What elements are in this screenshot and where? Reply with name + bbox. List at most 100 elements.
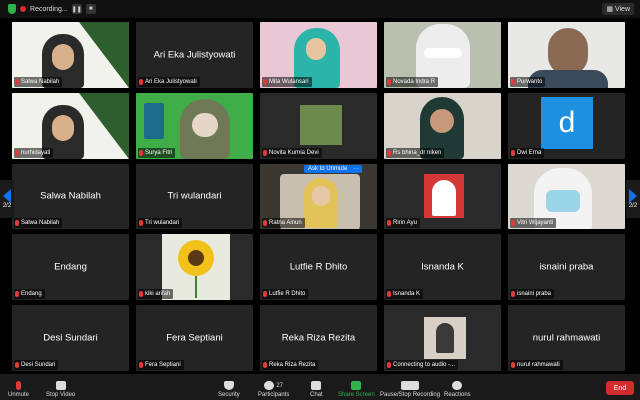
stop-video-label: Stop Video (46, 392, 76, 398)
participant-name-label: Desi Sundari (14, 359, 59, 370)
participant-name-label: Reka Riza Rezita (262, 359, 319, 370)
participant-name: Dwi Erna (517, 149, 542, 156)
microphone-muted-icon (263, 149, 267, 156)
participant-tile[interactable]: Connecting to audio -... (384, 305, 501, 371)
microphone-muted-icon (15, 149, 19, 156)
stop-recording-button[interactable]: ■ (85, 4, 96, 14)
participant-tile[interactable]: Novada Indra R (384, 22, 501, 88)
microphone-muted-icon (263, 361, 267, 368)
grid-icon: ▦ (606, 6, 613, 13)
participant-name-label: Dwi Erna (510, 147, 545, 158)
participant-tile[interactable]: Reka Riza Rezita Reka Riza Rezita (260, 305, 377, 371)
microphone-muted-icon (511, 149, 515, 156)
microphone-muted-icon (511, 291, 515, 298)
microphone-muted-icon (15, 291, 19, 298)
ask-to-unmute-button[interactable]: Ask to Unmute (304, 164, 352, 173)
participant-tile[interactable]: Mita Wulansari (260, 22, 377, 88)
previous-page-button[interactable]: 2/2 (0, 180, 14, 218)
next-page-button[interactable]: 2/2 (626, 180, 640, 218)
camera-icon (55, 381, 66, 390)
participant-name-label: isnaini praba (510, 289, 555, 300)
participant-name: Reka Riza Rezita (269, 361, 316, 368)
microphone-muted-icon (511, 220, 515, 227)
microphone-muted-icon (15, 361, 19, 368)
recording-indicator: Recording... ❚❚ ■ (20, 3, 96, 15)
avatar-d: d (541, 96, 593, 149)
view-button[interactable]: ▦ View (602, 3, 634, 15)
chat-label: Chat (310, 392, 323, 398)
microphone-muted-icon (263, 78, 267, 85)
reactions-label: Reactions (444, 392, 471, 398)
participant-tile[interactable]: nurul rahmawati nurul rahmawati (508, 305, 625, 371)
participants-button[interactable]: 27 Participants (258, 381, 289, 398)
participant-tile[interactable]: Tri wulandari Tri wulandari (136, 163, 253, 230)
participant-tile[interactable]: Desi Sundari Desi Sundari (12, 305, 129, 371)
microphone-muted-icon (387, 361, 391, 368)
participant-name: Fera Septiani (145, 361, 181, 368)
participant-name: Ari Eka Julistyowati (145, 78, 197, 85)
shield-icon[interactable] (8, 4, 16, 14)
end-meeting-button[interactable]: End (606, 381, 634, 395)
recording-controls-icon (401, 381, 420, 390)
participant-tile[interactable]: Ririn Ayu (384, 163, 501, 230)
stop-video-button[interactable]: Stop Video (46, 381, 75, 398)
participant-name-label: Vitri Wijayanti (510, 218, 557, 229)
participant-name: Purwanto (517, 78, 543, 85)
participant-tile[interactable]: Vitri Wijayanti (508, 163, 625, 230)
participant-tile[interactable]: Salwa Nabilah Salwa Nabilah (12, 163, 129, 230)
smiley-icon (452, 381, 463, 390)
participant-name: isnaini praba (517, 291, 552, 298)
participant-tile[interactable]: Fera Septiani Fera Septiani (136, 305, 253, 371)
microphone-muted-icon (139, 361, 143, 368)
recording-control-label: Pause/Stop Recording (380, 392, 441, 398)
participant-name-label: Novada Indra R (386, 76, 439, 87)
participant-tile[interactable]: nurhidayati (12, 92, 129, 159)
participant-tile[interactable]: Rs bhina_dr niken (384, 92, 501, 159)
microphone-muted-icon (139, 78, 143, 85)
participant-name: Desi Sundari (21, 361, 56, 368)
participant-tile[interactable]: Endang Endang (12, 234, 129, 301)
participant-name-label: Endang (14, 289, 45, 300)
share-screen-button[interactable]: Share Screen (338, 381, 375, 398)
microphone-muted-icon (511, 361, 515, 368)
participant-name: Tri wulandari (145, 220, 180, 227)
participant-name: Salwa Nabilah (21, 220, 60, 227)
participants-count: 27 (276, 382, 284, 389)
participants-icon-wrap: 27 (264, 381, 283, 390)
microphone-muted-icon (387, 149, 391, 156)
microphone-muted-icon (16, 381, 21, 390)
participant-tile[interactable]: Isnanda K Isnanda K (384, 234, 501, 301)
share-screen-label: Share Screen (338, 392, 375, 398)
participant-name-label: Connecting to audio -... (386, 359, 459, 370)
participant-name-label: Surya Fitri (138, 147, 176, 158)
recording-label: Recording... (30, 5, 68, 13)
participant-name: Connecting to audio -... (393, 361, 456, 368)
microphone-muted-icon (139, 291, 143, 298)
participant-name-label: Ririn Ayu (386, 218, 420, 229)
participant-tile[interactable]: Surya Fitri (136, 92, 253, 159)
more-options-button[interactable]: ··· (350, 164, 362, 173)
participant-tile[interactable]: isnaini praba isnaini praba (508, 234, 625, 301)
pause-recording-button[interactable]: ❚❚ (72, 4, 82, 14)
unmute-button[interactable]: Unmute (8, 381, 29, 398)
participant-tile[interactable]: Purwanto (508, 22, 625, 88)
participant-name: Endang (21, 291, 42, 298)
chat-button[interactable]: Chat (310, 381, 323, 398)
security-button[interactable]: Security (218, 381, 240, 398)
participant-tile[interactable]: Ask to Unmute ··· Ratna Ainun (260, 163, 377, 230)
participant-name-label: Salwa Nabilah (14, 218, 63, 229)
participant-tile[interactable]: d Dwi Erna (508, 92, 625, 159)
microphone-muted-icon (15, 220, 19, 227)
participant-tile[interactable]: Ari Eka Julistyowati Ari Eka Julistyowati (136, 22, 253, 88)
recording-control-button[interactable]: Pause/Stop Recording (380, 381, 440, 398)
participant-name-label: Rs bhina_dr niken (386, 147, 445, 158)
participant-tile[interactable]: Salwa Nabilah (12, 22, 129, 88)
participant-name-label: nurhidayati (14, 147, 54, 158)
participant-tile[interactable]: kiki arifah (136, 234, 253, 301)
participant-tile[interactable]: Lutfie R Dhito Lutfie R Dhito (260, 234, 377, 301)
reactions-button[interactable]: Reactions (444, 381, 471, 398)
participant-name-label: Tri wulandari (138, 218, 183, 229)
participant-name-label: Lutfie R Dhito (262, 289, 309, 300)
participant-name-label: Purwanto (510, 76, 546, 87)
participant-tile[interactable]: Novita Kurnia Devi (260, 92, 377, 159)
